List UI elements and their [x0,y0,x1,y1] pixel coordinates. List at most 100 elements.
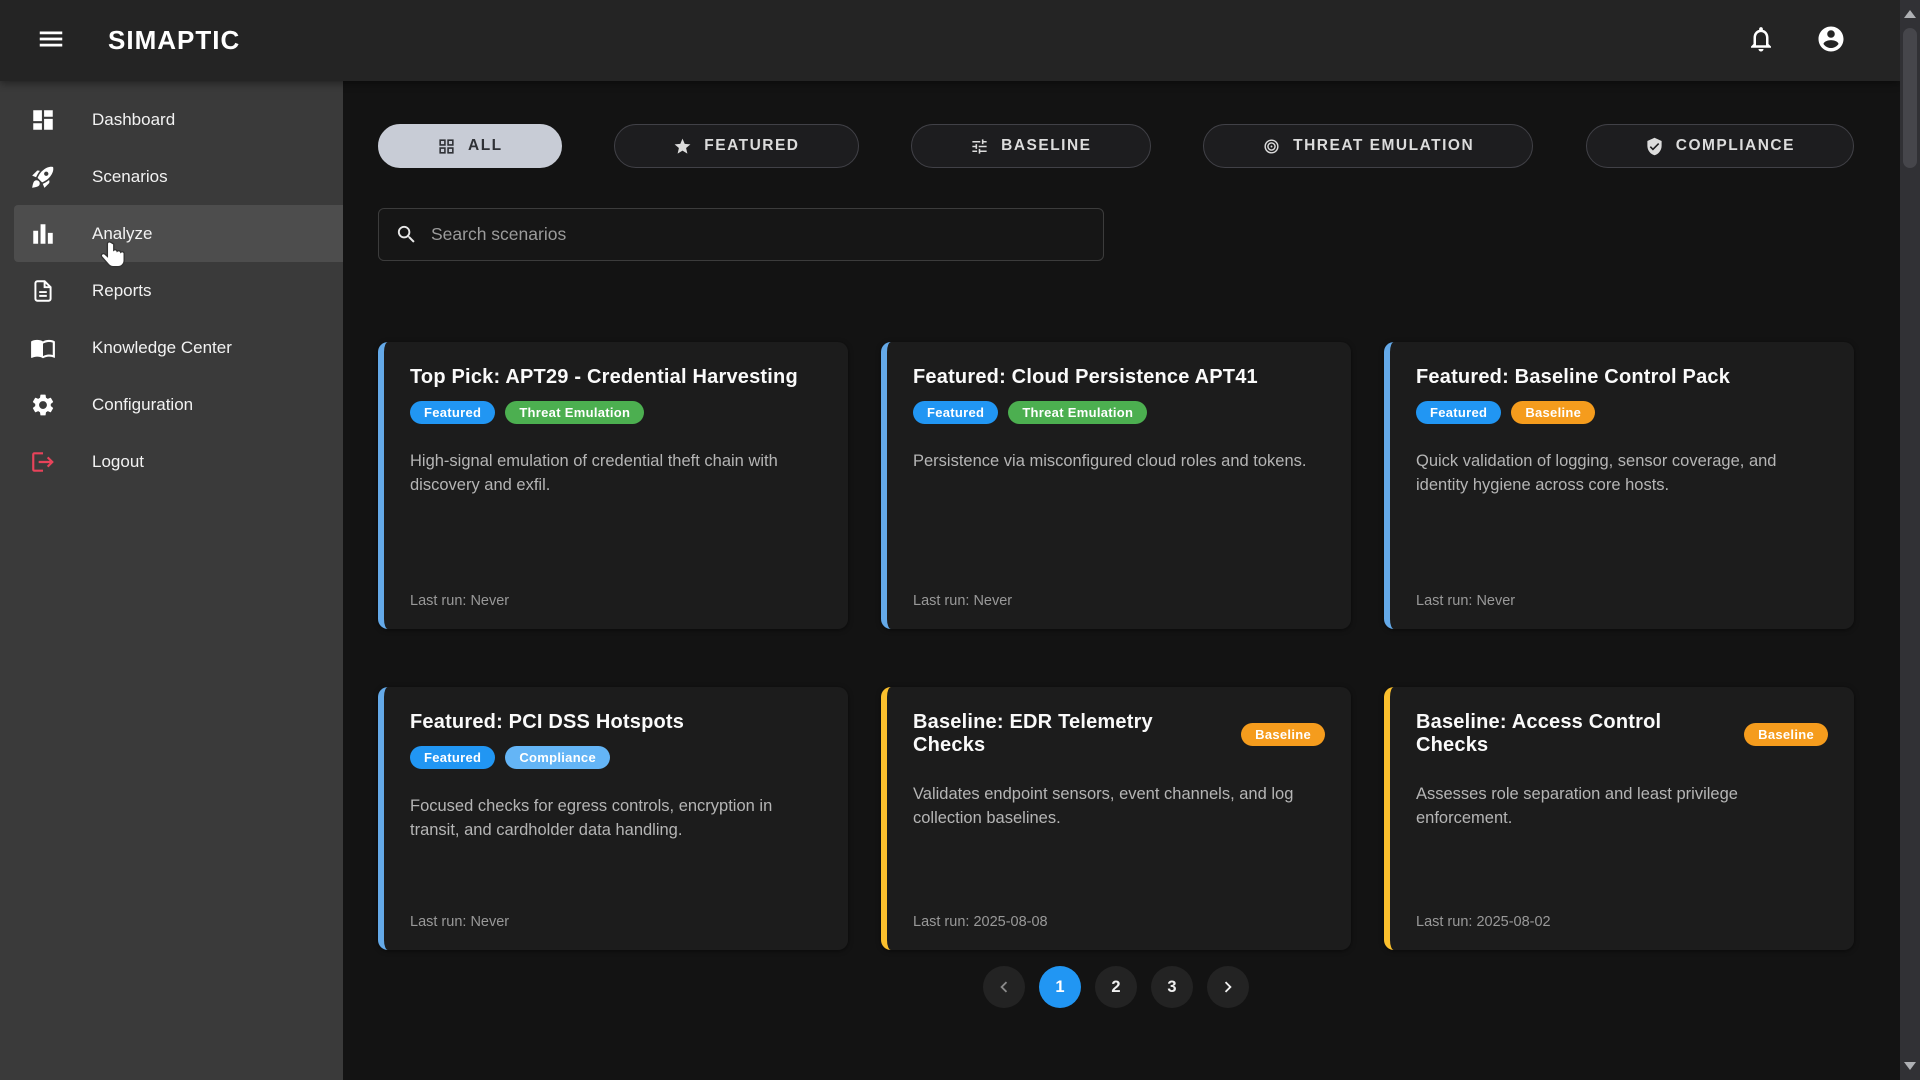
search-icon [395,223,418,246]
badge-threat-emulation: Threat Emulation [505,401,644,424]
filter-chip-label: ALL [468,137,503,155]
pagination-page-2[interactable]: 2 [1095,966,1137,1008]
sidebar-item-label: Reports [92,281,152,301]
sidebar-item-label: Logout [92,452,144,472]
scenario-card[interactable]: Top Pick: APT29 - Credential Harvesting F… [378,342,848,629]
card-last-run: Last run: 2025-08-02 [1416,914,1551,930]
gear-icon [30,392,56,418]
scenario-card[interactable]: Featured: PCI DSS Hotspots Featured Compli… [378,687,848,950]
filter-chip-label: BASELINE [1001,137,1091,155]
badge-compliance: Compliance [505,746,610,769]
scenario-card[interactable]: Featured: Baseline Control Pack Featured B… [1384,342,1854,629]
sidebar-item-analyze[interactable]: Analyze [14,205,343,262]
rocket-icon [30,164,56,190]
badge-featured: Featured [410,746,495,769]
badge-baseline: Baseline [1241,723,1325,746]
search-bar[interactable] [378,208,1104,261]
filter-chip-threat-emulation[interactable]: THREAT EMULATION [1203,124,1533,168]
hamburger-icon [36,24,66,57]
filter-chip-label: FEATURED [704,137,799,155]
card-last-run: Last run: Never [410,914,509,930]
topbar-actions [1744,24,1900,58]
filter-chip-label: THREAT EMULATION [1293,137,1474,155]
badge-featured: Featured [913,401,998,424]
pagination-page-3[interactable]: 3 [1151,966,1193,1008]
sidebar-nav: Dashboard Scenarios Analyze Reports Knowledg… [0,81,343,1080]
card-last-run: Last run: Never [913,593,1012,609]
badge-row: Featured Compliance [410,746,822,769]
card-title: Baseline: EDR Telemetry Checks [913,711,1229,757]
bell-icon [1746,24,1776,57]
card-description: Persistence via misconfigured cloud role… [913,450,1325,474]
sidebar-item-knowledge-center[interactable]: Knowledge Center [0,319,343,376]
hamburger-menu-button[interactable] [28,18,74,64]
grid-icon [437,137,456,156]
pagination: 123 [378,966,1854,1008]
filter-chip-label: COMPLIANCE [1676,137,1795,155]
card-description: High-signal emulation of credential thef… [410,450,822,498]
card-description: Validates endpoint sensors, event channe… [913,783,1325,831]
sidebar-item-label: Knowledge Center [92,338,232,358]
filter-chip-baseline[interactable]: BASELINE [911,124,1150,168]
sidebar-item-label: Analyze [92,224,152,244]
scrollbar-thumb[interactable] [1903,28,1917,168]
document-icon [30,278,56,304]
shield-check-icon [1645,137,1664,156]
scroll-up-arrow[interactable] [1900,4,1920,24]
bar-chart-icon [30,221,56,247]
sidebar-item-reports[interactable]: Reports [0,262,343,319]
scrollbar[interactable] [1900,0,1920,1080]
sidebar-item-label: Configuration [92,395,193,415]
card-title: Top Pick: APT29 - Credential Harvesting [410,366,822,389]
card-title: Featured: Baseline Control Pack [1416,366,1828,389]
scroll-down-arrow[interactable] [1900,1056,1920,1076]
sidebar-item-configuration[interactable]: Configuration [0,376,343,433]
card-description: Focused checks for egress controls, encr… [410,795,822,843]
badge-row: Featured Threat Emulation [913,401,1325,424]
account-button[interactable] [1814,24,1848,58]
sidebar-item-label: Dashboard [92,110,175,130]
scenario-card-grid: Top Pick: APT29 - Credential Harvesting F… [378,342,1854,950]
sidebar-item-logout[interactable]: Logout [0,433,343,490]
filter-chip-row: ALL FEATURED BASELINE THREAT EMULATION COMPL… [378,124,1854,168]
tune-icon [970,137,989,156]
card-last-run: Last run: Never [410,593,509,609]
badge-baseline: Baseline [1744,723,1828,746]
chevron-left-icon [993,976,1015,998]
pagination-prev-button[interactable] [983,966,1025,1008]
target-icon [1262,137,1281,156]
scenario-card[interactable]: Featured: Cloud Persistence APT41 Feature… [881,342,1351,629]
card-title: Featured: PCI DSS Hotspots [410,711,822,734]
account-circle-icon [1816,24,1846,57]
dashboard-icon [30,107,56,133]
card-title-row: Baseline: EDR Telemetry Checks Baseline [913,711,1325,757]
search-input[interactable] [431,224,1087,245]
badge-featured: Featured [410,401,495,424]
sidebar-item-label: Scenarios [92,167,168,187]
logout-icon [30,449,56,475]
notifications-button[interactable] [1744,24,1778,58]
card-title-row: Baseline: Access Control Checks Baseline [1416,711,1828,757]
card-title: Baseline: Access Control Checks [1416,711,1732,757]
star-icon [673,137,692,156]
app-title: SIMAPTIC [108,25,240,56]
sidebar-item-dashboard[interactable]: Dashboard [0,91,343,148]
pagination-next-button[interactable] [1207,966,1249,1008]
filter-chip-all[interactable]: ALL [378,124,562,168]
badge-baseline: Baseline [1511,401,1595,424]
filter-chip-featured[interactable]: FEATURED [614,124,858,168]
pagination-page-1[interactable]: 1 [1039,966,1081,1008]
scenario-card[interactable]: Baseline: EDR Telemetry Checks Baseline Va… [881,687,1351,950]
card-title: Featured: Cloud Persistence APT41 [913,366,1325,389]
scenario-card[interactable]: Baseline: Access Control ChecksBaselineA… [1384,687,1854,950]
badge-threat-emulation: Threat Emulation [1008,401,1147,424]
chevron-right-icon [1217,976,1239,998]
card-description: Quick validation of logging, sensor cove… [1416,450,1828,498]
badge-row: Featured Baseline [1416,401,1828,424]
card-last-run: Last run: Never [1416,593,1515,609]
sidebar-item-scenarios[interactable]: Scenarios [0,148,343,205]
app-bar: SIMAPTIC [0,0,1900,81]
open-book-icon [30,335,56,361]
badge-featured: Featured [1416,401,1501,424]
filter-chip-compliance[interactable]: COMPLIANCE [1586,124,1854,168]
